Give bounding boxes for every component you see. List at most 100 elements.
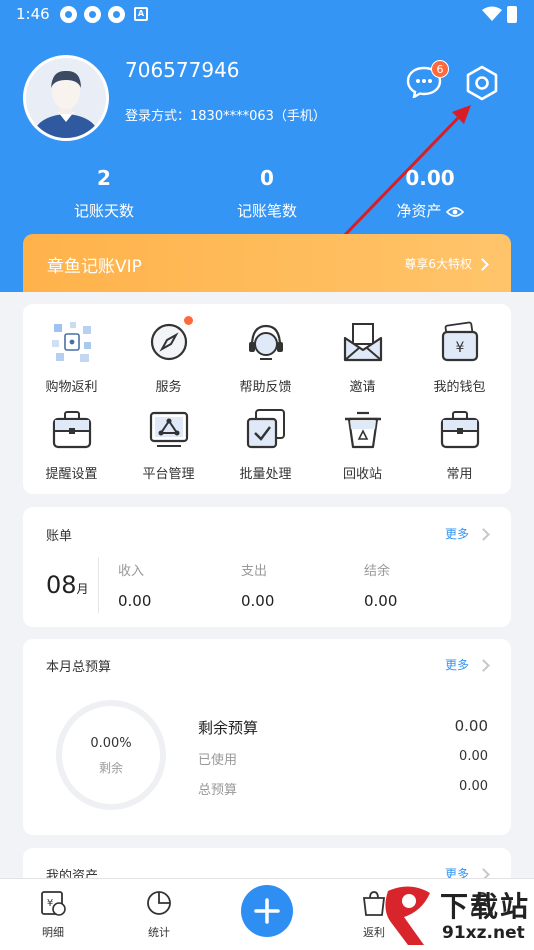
month-unit: 月 [76, 582, 89, 596]
app-notification-icon [60, 6, 77, 23]
income-label: 收入 [118, 564, 145, 579]
svg-text:¥: ¥ [47, 898, 53, 909]
plus-icon [254, 898, 280, 924]
budget-row-value: 0.00 [459, 749, 488, 764]
tool-label: 平台管理 [142, 467, 195, 482]
wallet-icon: ¥ [441, 321, 478, 362]
budget-more-link[interactable]: 更多 [444, 656, 490, 673]
tool-recycle-bin[interactable]: 回收站 [314, 407, 411, 482]
chevron-right-icon [477, 659, 490, 672]
briefcase-icon [440, 411, 479, 449]
chevron-right-icon [477, 528, 490, 541]
stat-value: 2 [97, 166, 111, 190]
tool-label: 我的钱包 [433, 380, 486, 395]
bill-title: 账单 [46, 529, 73, 544]
status-time: 1:46 [16, 5, 50, 23]
tool-help-feedback[interactable]: 帮助反馈 [217, 320, 314, 395]
budget-row-value: 0.00 [459, 779, 488, 794]
batch-check-icon [246, 409, 285, 449]
tool-service[interactable]: 服务 [120, 320, 217, 395]
compass-icon [150, 323, 187, 361]
platform-icon [149, 411, 188, 447]
bill-month: 08月 [46, 571, 89, 599]
vip-banner[interactable]: 章鱼记账VIP 尊享6大特权 [23, 234, 511, 292]
envelope-icon [343, 323, 382, 362]
stat-label: 记账天数 [73, 202, 134, 220]
budget-remaining-label: 剩余 [98, 761, 123, 775]
avatar[interactable] [23, 55, 109, 141]
stat-entries[interactable]: 0 记账笔数 [207, 166, 327, 221]
stat-label: 净资产 [396, 202, 442, 220]
notification-a-icon: A [134, 7, 148, 21]
more-label: 更多 [444, 527, 469, 541]
battery-icon [507, 6, 517, 23]
budget-remaining-percent: 0.00% [90, 736, 132, 751]
vip-title: 章鱼记账VIP [47, 257, 142, 277]
tool-wallet[interactable]: ¥ 我的钱包 [411, 320, 508, 395]
headset-icon [248, 324, 283, 360]
budget-ring [56, 700, 166, 810]
svg-text:¥: ¥ [455, 340, 464, 356]
expense-value: 0.00 [241, 592, 275, 610]
tool-reminder-settings[interactable]: 提醒设置 [23, 407, 120, 482]
chevron-right-icon [476, 258, 489, 271]
stat-label: 记账笔数 [236, 202, 297, 220]
budget-row-label: 总预算 [198, 783, 238, 798]
tool-label: 提醒设置 [45, 467, 98, 482]
watermark-domain: 91xz.net [440, 923, 527, 943]
tool-batch-processing[interactable]: 批量处理 [217, 407, 314, 482]
budget-row-label: 剩余预算 [198, 719, 259, 737]
watermark-title: 下载站 [440, 890, 531, 923]
tool-invite[interactable]: 邀请 [314, 320, 411, 395]
tab-label: 统计 [148, 926, 170, 939]
watermark-logo-icon [385, 886, 430, 945]
tab-statistics[interactable]: 统计 [129, 889, 189, 940]
stat-value: 0.00 [405, 166, 455, 190]
tool-platform-management[interactable]: 平台管理 [120, 407, 217, 482]
tool-common[interactable]: 常用 [411, 407, 508, 482]
ledger-icon: ¥ [41, 891, 66, 916]
tab-details[interactable]: ¥ 明细 [23, 889, 83, 940]
user-avatar-icon [26, 58, 106, 138]
stat-label-row: 净资产 [370, 200, 490, 221]
app-notification-icon [84, 6, 101, 23]
bill-more-link[interactable]: 更多 [444, 525, 490, 542]
tool-shopping-rebate[interactable]: 购物返利 [23, 320, 120, 395]
tool-label: 帮助反馈 [239, 380, 292, 395]
add-record-button[interactable] [241, 885, 293, 937]
status-bar: 1:46 A [0, 0, 534, 30]
stat-value: 0 [260, 166, 274, 190]
message-badge: 6 [431, 60, 449, 78]
income-value: 0.00 [118, 592, 152, 610]
budget-row-value: 0.00 [454, 717, 488, 735]
tab-label: 明细 [42, 926, 64, 939]
vip-link-label: 尊享6大特权 [404, 257, 472, 271]
shopping-rebate-icon [51, 322, 91, 362]
tool-label: 回收站 [342, 467, 382, 482]
divider [98, 557, 99, 613]
budget-title: 本月总预算 [46, 660, 112, 675]
recycle-bin-icon [344, 411, 381, 449]
more-label: 更多 [444, 658, 469, 672]
pie-chart-icon [147, 891, 171, 915]
balance-label: 结余 [364, 564, 391, 579]
vip-privileges-link[interactable]: 尊享6大特权 [404, 255, 489, 272]
tool-label: 常用 [446, 467, 473, 482]
month-number: 08 [46, 571, 77, 599]
stat-days[interactable]: 2 记账天数 [44, 166, 164, 221]
stat-net-assets[interactable]: 0.00 净资产 [370, 166, 490, 221]
wifi-icon [482, 6, 502, 21]
briefcase-icon [52, 411, 91, 449]
eye-icon[interactable] [445, 206, 464, 218]
tool-label: 邀请 [349, 380, 376, 395]
tool-label: 购物返利 [45, 380, 98, 395]
settings-gear-icon[interactable] [463, 64, 501, 102]
app-notification-icon [108, 6, 125, 23]
budget-row-label: 已使用 [198, 753, 238, 768]
username: 706577946 [125, 58, 240, 82]
balance-value: 0.00 [364, 592, 398, 610]
site-watermark: 下载站 91xz.net [380, 885, 530, 947]
login-method: 登录方式：1830****063（手机） [125, 109, 326, 124]
tool-label: 批量处理 [239, 467, 292, 482]
expense-label: 支出 [241, 564, 268, 579]
